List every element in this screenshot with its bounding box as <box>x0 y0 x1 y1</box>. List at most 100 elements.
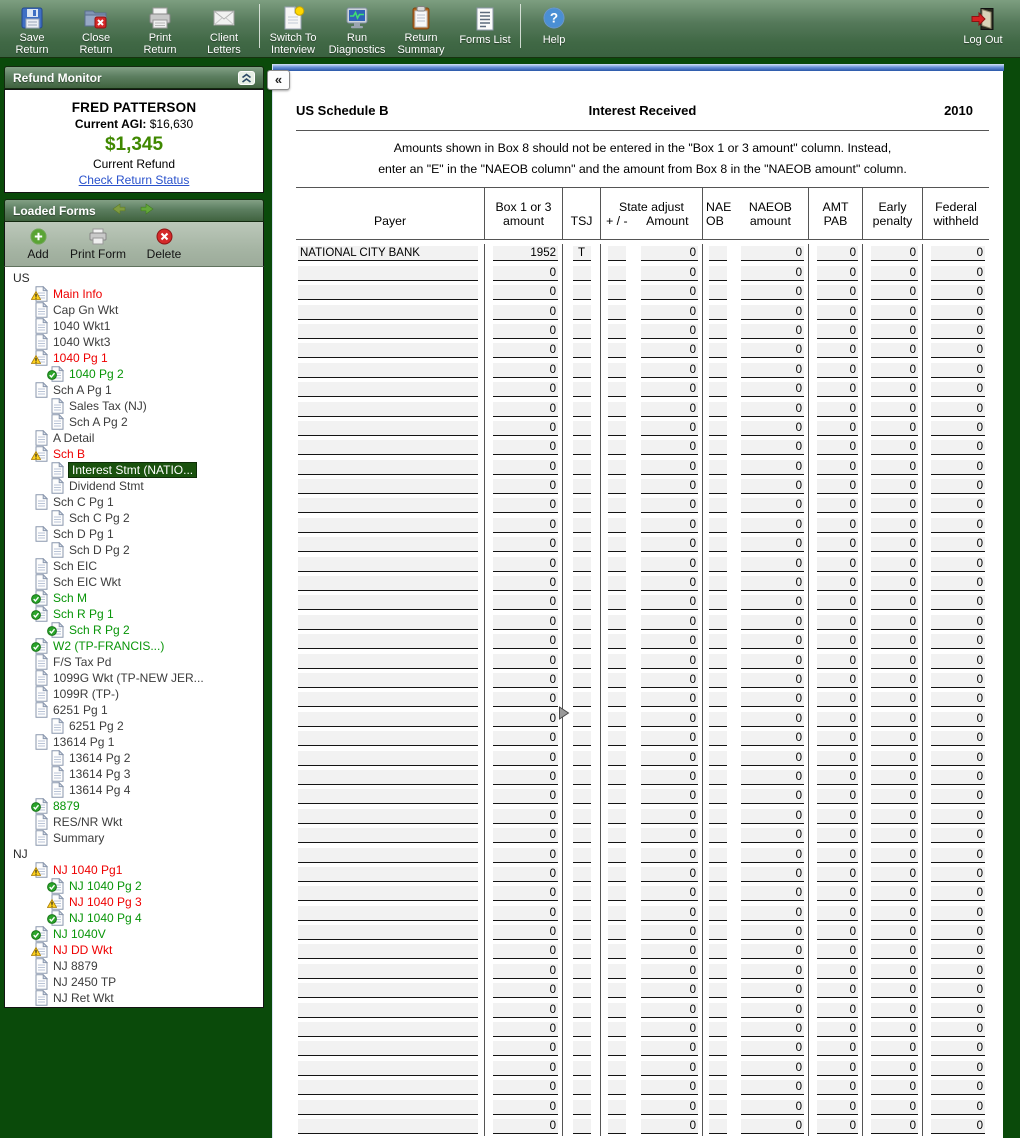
state-adjust-sign-field[interactable] <box>608 479 626 495</box>
amt-pab-field[interactable]: 0 <box>817 401 858 417</box>
tree-item-1040-pg-2[interactable]: 1040 Pg 2 <box>5 365 263 382</box>
naeob-field[interactable] <box>709 769 727 785</box>
naeob-amount-field[interactable]: 0 <box>741 789 804 805</box>
state-adjust-amount-field[interactable]: 0 <box>641 634 698 650</box>
state-adjust-amount-field[interactable]: 0 <box>641 537 698 553</box>
tree-item-cap-gn-wkt[interactable]: Cap Gn Wkt <box>5 301 263 318</box>
state-adjust-sign-field[interactable] <box>608 672 626 688</box>
amt-pab-field[interactable]: 0 <box>817 576 858 592</box>
naeob-amount-field[interactable]: 0 <box>741 246 804 262</box>
amt-pab-field[interactable]: 0 <box>817 343 858 359</box>
box1or3-amount-field[interactable]: 0 <box>493 265 558 281</box>
naeob-amount-field[interactable]: 0 <box>741 382 804 398</box>
naeob-amount-field[interactable]: 0 <box>741 905 804 921</box>
state-adjust-amount-field[interactable]: 0 <box>641 304 698 320</box>
naeob-amount-field[interactable]: 0 <box>741 750 804 766</box>
state-adjust-amount-field[interactable]: 0 <box>641 459 698 475</box>
state-adjust-amount-field[interactable]: 0 <box>641 343 698 359</box>
tsj-field[interactable] <box>572 905 591 921</box>
naeob-field[interactable] <box>709 692 727 708</box>
amt-pab-field[interactable]: 0 <box>817 498 858 514</box>
naeob-amount-field[interactable]: 0 <box>741 401 804 417</box>
payer-field[interactable] <box>298 750 478 766</box>
early-penalty-field[interactable]: 0 <box>871 459 918 475</box>
box1or3-amount-field[interactable]: 0 <box>493 634 558 650</box>
federal-withheld-field[interactable]: 0 <box>931 963 985 979</box>
amt-pab-field[interactable]: 0 <box>817 789 858 805</box>
early-penalty-field[interactable]: 0 <box>871 847 918 863</box>
early-penalty-field[interactable]: 0 <box>871 672 918 688</box>
state-adjust-amount-field[interactable]: 0 <box>641 750 698 766</box>
naeob-field[interactable] <box>709 614 727 630</box>
tree-item-nj-ret-wkt[interactable]: NJ Ret Wkt <box>5 989 263 1006</box>
early-penalty-field[interactable]: 0 <box>871 1002 918 1018</box>
federal-withheld-field[interactable]: 0 <box>931 944 985 960</box>
naeob-field[interactable] <box>709 672 727 688</box>
early-penalty-field[interactable]: 0 <box>871 866 918 882</box>
federal-withheld-field[interactable]: 0 <box>931 382 985 398</box>
state-adjust-amount-field[interactable]: 0 <box>641 711 698 727</box>
state-adjust-sign-field[interactable] <box>608 808 626 824</box>
payer-field[interactable] <box>298 905 478 921</box>
naeob-amount-field[interactable]: 0 <box>741 1022 804 1038</box>
print-form-button[interactable]: Print Form <box>61 227 135 261</box>
box1or3-amount-field[interactable]: 0 <box>493 323 558 339</box>
payer-field[interactable] <box>298 498 478 514</box>
tree-item-interest-stmt-natio[interactable]: Interest Stmt (NATIO... <box>5 461 263 478</box>
naeob-field[interactable] <box>709 653 727 669</box>
box1or3-amount-field[interactable]: 0 <box>493 401 558 417</box>
payer-field[interactable] <box>298 382 478 398</box>
state-adjust-amount-field[interactable]: 0 <box>641 1060 698 1076</box>
tsj-field[interactable] <box>572 750 591 766</box>
naeob-field[interactable] <box>709 265 727 281</box>
naeob-field[interactable] <box>709 963 727 979</box>
early-penalty-field[interactable]: 0 <box>871 304 918 320</box>
amt-pab-field[interactable]: 0 <box>817 866 858 882</box>
early-penalty-field[interactable]: 0 <box>871 963 918 979</box>
toolbar-forms-list-button[interactable]: Forms List <box>454 0 516 56</box>
early-penalty-field[interactable]: 0 <box>871 614 918 630</box>
toolbar-close-return-button[interactable]: Close Return <box>65 0 127 56</box>
state-adjust-sign-field[interactable] <box>608 537 626 553</box>
early-penalty-field[interactable]: 0 <box>871 1022 918 1038</box>
amt-pab-field[interactable]: 0 <box>817 634 858 650</box>
tsj-field[interactable] <box>572 517 591 533</box>
tree-item-w2-tp-francis[interactable]: W2 (TP-FRANCIS...) <box>5 637 263 654</box>
box1or3-amount-field[interactable]: 0 <box>493 789 558 805</box>
early-penalty-field[interactable]: 0 <box>871 440 918 456</box>
naeob-field[interactable] <box>709 847 727 863</box>
tree-item-sch-eic-wkt[interactable]: Sch EIC Wkt <box>5 573 263 590</box>
naeob-amount-field[interactable]: 0 <box>741 1002 804 1018</box>
early-penalty-field[interactable]: 0 <box>871 517 918 533</box>
box1or3-amount-field[interactable]: 0 <box>493 517 558 533</box>
federal-withheld-field[interactable]: 0 <box>931 769 985 785</box>
state-adjust-amount-field[interactable]: 0 <box>641 653 698 669</box>
amt-pab-field[interactable]: 0 <box>817 479 858 495</box>
box1or3-amount-field[interactable]: 0 <box>493 769 558 785</box>
early-penalty-field[interactable]: 0 <box>871 576 918 592</box>
tsj-field[interactable] <box>572 944 591 960</box>
naeob-amount-field[interactable]: 0 <box>741 847 804 863</box>
early-penalty-field[interactable]: 0 <box>871 1041 918 1057</box>
state-adjust-amount-field[interactable]: 0 <box>641 246 698 262</box>
state-adjust-sign-field[interactable] <box>608 343 626 359</box>
naeob-field[interactable] <box>709 1099 727 1115</box>
tsj-field[interactable] <box>572 711 591 727</box>
federal-withheld-field[interactable]: 0 <box>931 614 985 630</box>
early-penalty-field[interactable]: 0 <box>871 692 918 708</box>
early-penalty-field[interactable]: 0 <box>871 769 918 785</box>
state-adjust-sign-field[interactable] <box>608 246 626 262</box>
amt-pab-field[interactable]: 0 <box>817 692 858 708</box>
tsj-field[interactable] <box>572 672 591 688</box>
early-penalty-field[interactable]: 0 <box>871 925 918 941</box>
amt-pab-field[interactable]: 0 <box>817 886 858 902</box>
state-adjust-sign-field[interactable] <box>608 634 626 650</box>
naeob-field[interactable] <box>709 498 727 514</box>
federal-withheld-field[interactable]: 0 <box>931 285 985 301</box>
check-return-status-link[interactable]: Check Return Status <box>79 173 190 187</box>
federal-withheld-field[interactable]: 0 <box>931 925 985 941</box>
naeob-field[interactable] <box>709 343 727 359</box>
amt-pab-field[interactable]: 0 <box>817 517 858 533</box>
payer-field[interactable] <box>298 285 478 301</box>
tree-item-sch-c-pg-2[interactable]: Sch C Pg 2 <box>5 509 263 526</box>
